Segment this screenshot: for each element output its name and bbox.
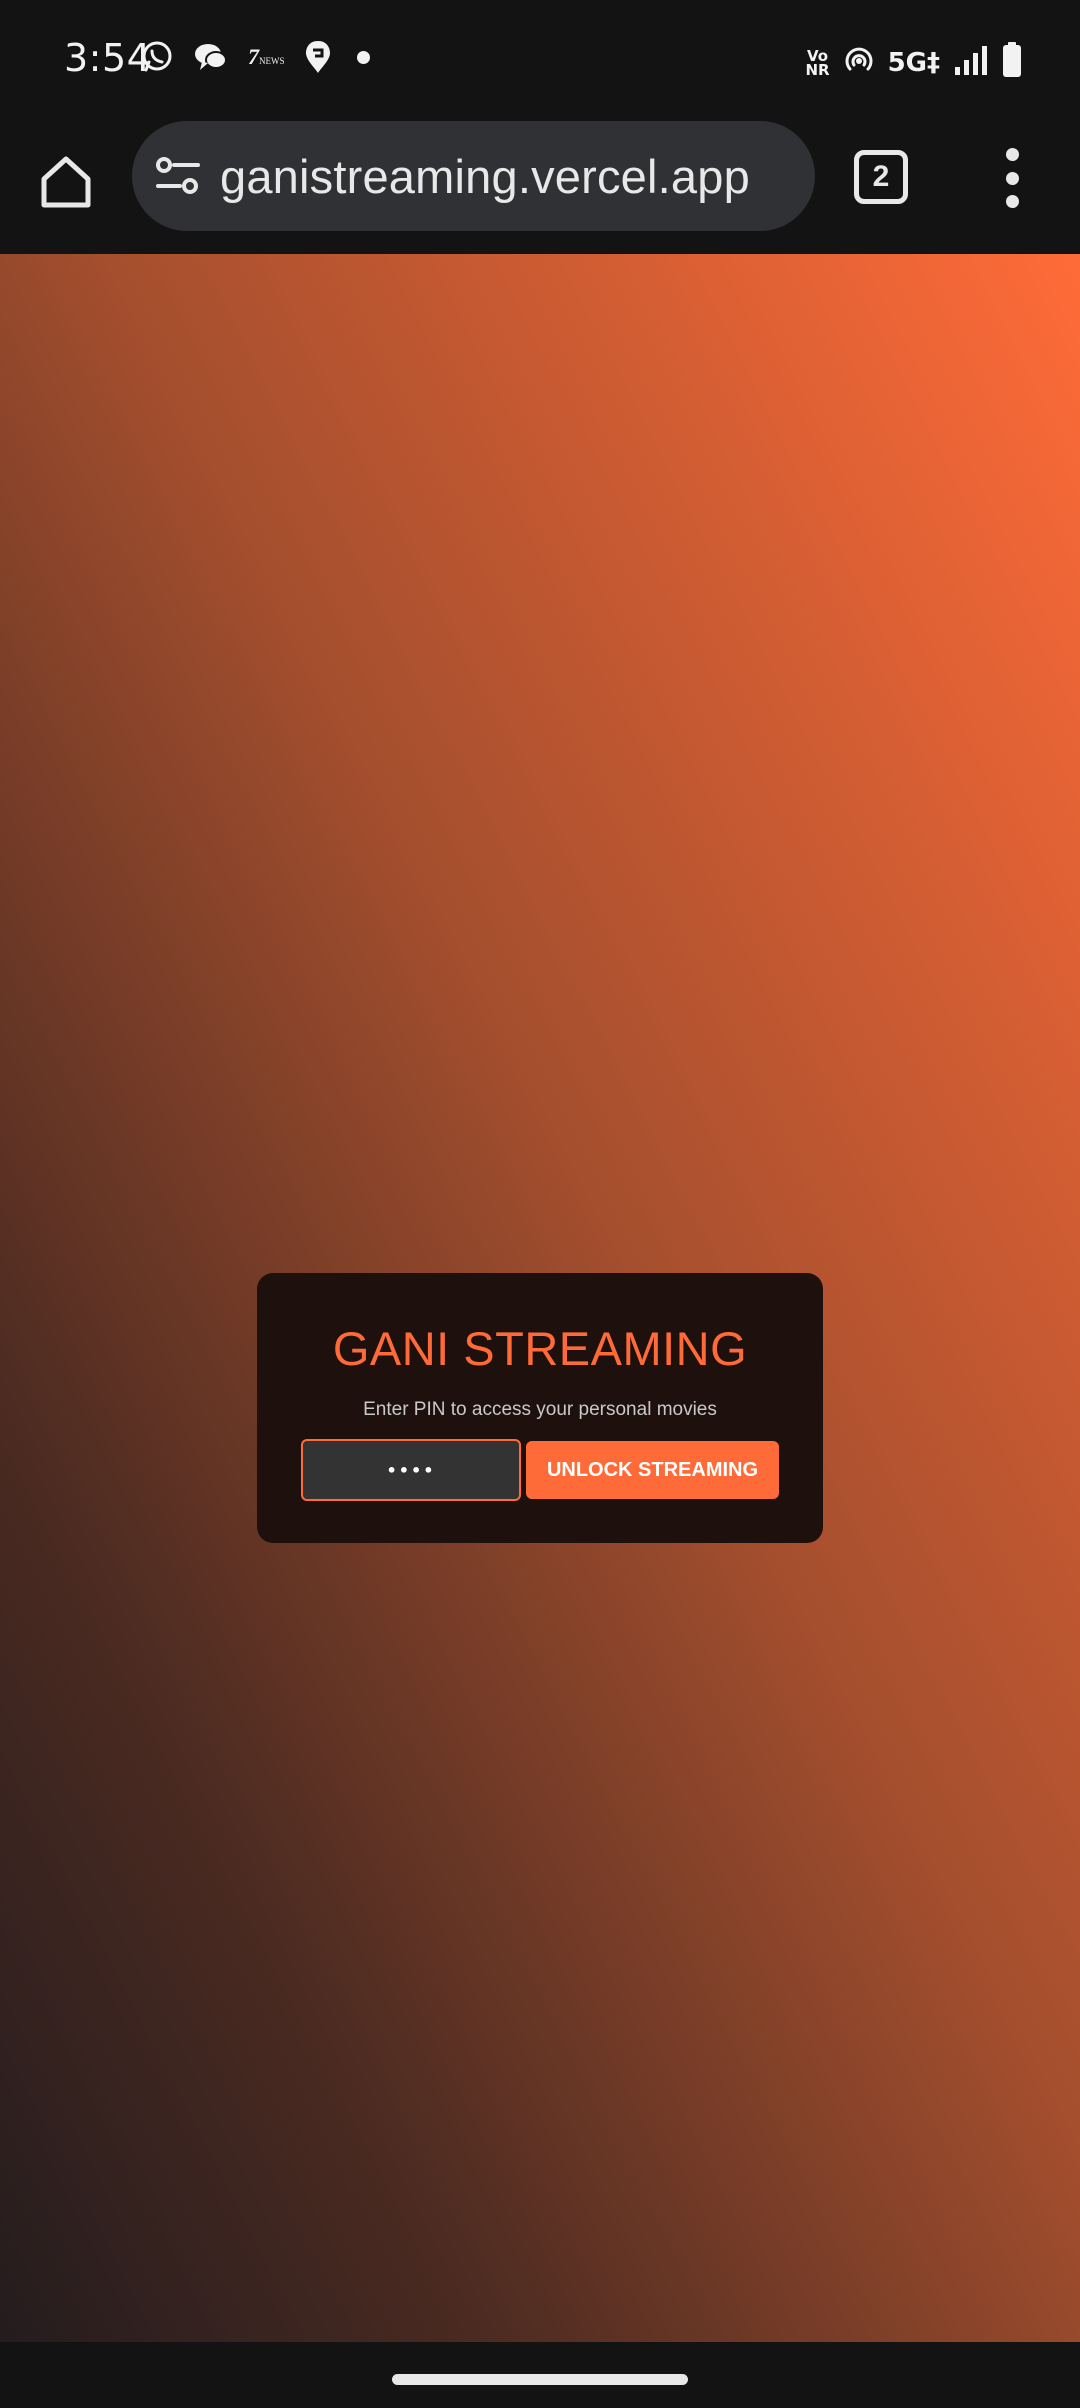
system-icons: Vo NR 5G‡: [805, 42, 1022, 83]
status-bar: 3:54 7NEWS Vo NR 5G‡: [0, 0, 1080, 120]
chat-bubbles-icon: [194, 42, 228, 72]
battery-icon: [1002, 42, 1022, 83]
site-settings-icon[interactable]: [154, 152, 204, 202]
unlock-streaming-button[interactable]: UNLOCK STREAMING: [526, 1441, 779, 1499]
signal-icon: [954, 45, 988, 80]
gesture-handle[interactable]: [392, 2374, 688, 2385]
login-card: GANI STREAMING Enter PIN to access your …: [257, 1273, 823, 1543]
pin-instructions: Enter PIN to access your personal movies: [363, 1399, 717, 1420]
menu-dot: [1005, 148, 1019, 161]
status-time: 3:54: [64, 36, 152, 80]
menu-dot: [1005, 195, 1019, 208]
browser-toolbar: ganistreaming.vercel.app 2: [0, 120, 1080, 374]
web-page: GANI STREAMING Enter PIN to access your …: [0, 254, 1080, 2342]
tab-count: 2: [872, 160, 890, 193]
vonr-icon: Vo NR: [805, 48, 830, 79]
news-icon-number: 7: [248, 44, 259, 69]
navigation-bar: [0, 2342, 1080, 2408]
tab-switcher-button[interactable]: 2: [854, 150, 908, 204]
more-menu-icon[interactable]: [992, 148, 1032, 208]
more-notifications-dot: [356, 50, 370, 64]
whatsapp-icon: [140, 40, 174, 74]
hotspot-icon: [844, 45, 874, 80]
swiggy-icon: [305, 40, 331, 74]
address-bar[interactable]: ganistreaming.vercel.app: [132, 121, 815, 231]
home-icon: [41, 156, 91, 208]
network-type-label: 5G‡: [887, 47, 940, 78]
menu-dot: [1005, 171, 1019, 185]
app-title: GANI STREAMING: [332, 1322, 748, 1375]
home-button[interactable]: [28, 144, 104, 220]
news-icon-label: NEWS: [259, 56, 285, 66]
7news-icon: 7NEWS: [248, 46, 285, 68]
url-text[interactable]: ganistreaming.vercel.app: [220, 149, 750, 204]
notification-icons: 7NEWS: [140, 40, 370, 74]
pin-input[interactable]: [301, 1439, 521, 1501]
vonr-bottom: NR: [805, 60, 830, 79]
